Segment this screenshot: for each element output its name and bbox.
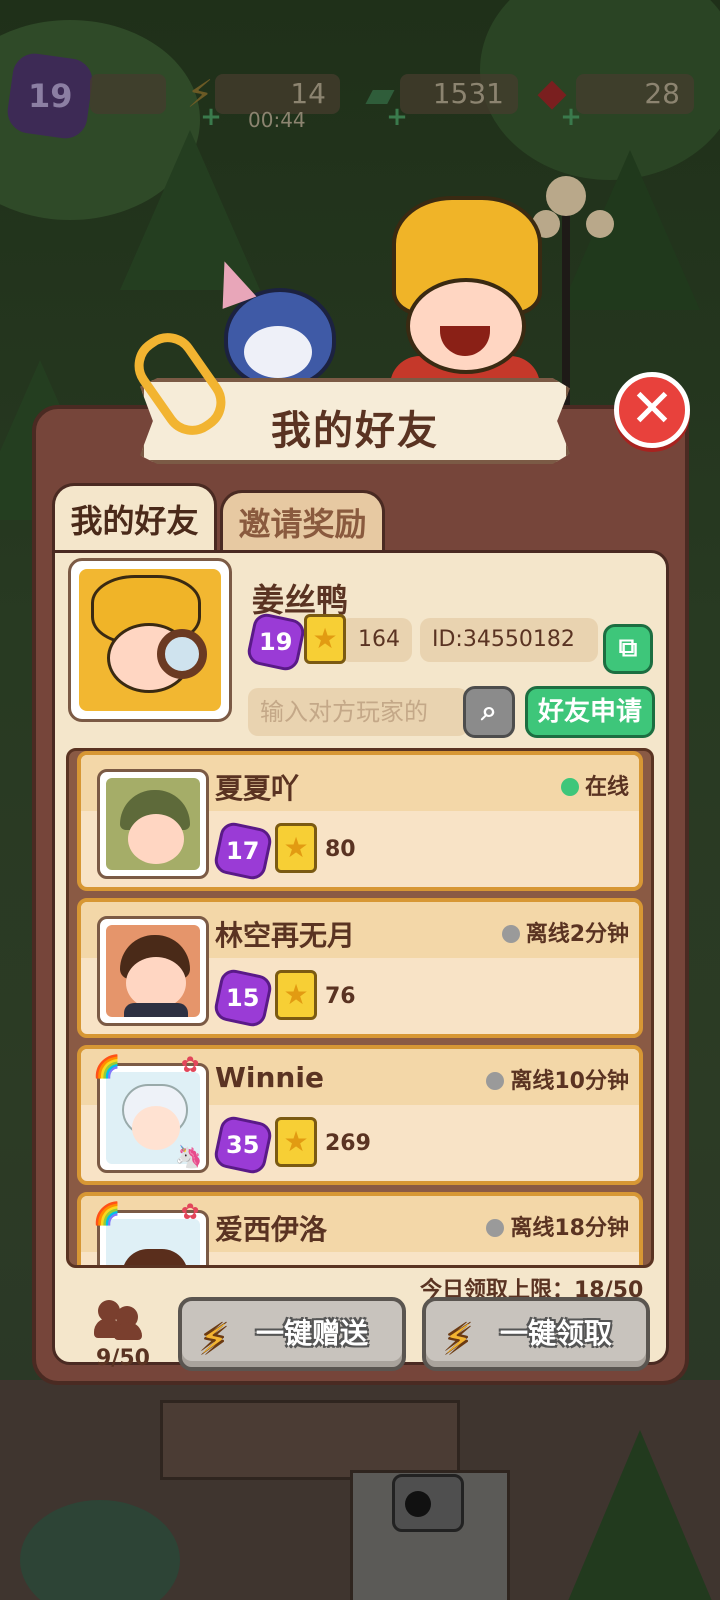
gem-value: 28 [644,77,680,110]
gem-counter[interactable]: 28 [576,74,694,114]
star-card-icon: ★ [275,1117,317,1167]
rainbow-cloud-icon: 🌈 [93,1055,121,1080]
cash-value: 1531 [432,77,504,110]
energy-value: 14 [290,77,326,110]
claim-all-label: 一键领取 [499,1317,612,1350]
unicorn-icon: 🦄 [175,1145,203,1170]
friend-level-badge: 17 [212,820,274,882]
friend-request-button[interactable]: 好友申请 [525,686,655,738]
friend-name: 夏夏吖 [215,772,300,805]
star-card-icon: ★ [275,823,317,873]
close-button[interactable]: ✕ [614,372,690,448]
friend-level-badge: 15 [212,967,274,1029]
my-avatar[interactable] [68,558,232,722]
friend-count: 9/50 [96,1346,150,1371]
offline-dot-icon [486,1072,505,1090]
my-level-badge: 19 [245,611,307,673]
search-player-input[interactable] [248,688,468,736]
friend-status: 离线10分钟 [486,1063,629,1095]
energy-timer: 00:44 [248,108,306,132]
offline-dot-icon [501,925,520,943]
yellow-hat-boy-character [380,196,550,406]
friend-row[interactable]: 🌈 ✿ 爱西伊洛 离线18分钟 [77,1192,643,1265]
flower-icon: ✿ [181,1200,200,1225]
friend-row[interactable]: 林空再无月 离线2分钟 15 ★ 76 [77,898,643,1038]
friend-level-badge: 35 [212,1114,274,1176]
offline-dot-icon [486,1219,505,1237]
my-stars-value: 164 [340,618,412,662]
star-card-icon: ★ [304,614,346,664]
cash-counter[interactable]: 1531 [400,74,518,114]
friend-avatar[interactable] [97,769,209,879]
rainbow-cloud-icon: 🌈 [93,1202,121,1227]
player-level-badge[interactable]: 19 [4,50,96,142]
search-icon: ⌕ [481,694,497,727]
friend-status: 离线2分钟 [501,916,629,948]
friends-icon [94,1300,142,1340]
friend-name: Winnie [215,1061,324,1094]
claim-all-button[interactable]: ⚡ 一键领取 [422,1297,650,1371]
star-card-icon: ★ [275,970,317,1020]
friend-status: 离线18分钟 [486,1210,629,1242]
friend-name: 爱西伊洛 [215,1213,328,1246]
copy-id-button[interactable]: ⧉ [603,624,653,674]
send-all-button[interactable]: ⚡ 一键赠送 [178,1297,406,1371]
add-cash-icon[interactable]: + [386,104,408,130]
send-all-label: 一键赠送 [255,1317,368,1350]
online-dot-icon [560,778,579,796]
search-button[interactable]: ⌕ [463,686,515,738]
friend-row[interactable]: 夏夏吖 在线 17 ★ 80 [77,751,643,891]
add-energy-icon[interactable]: + [200,104,222,130]
lightning-icon: ⚡ [200,1317,229,1363]
player-level-value: 19 [27,77,73,115]
flower-icon: ✿ [181,1053,200,1078]
friend-status: 在线 [560,769,629,801]
security-camera-decoration [392,1474,464,1532]
friend-list[interactable]: 夏夏吖 在线 17 ★ 80 林空再无月 离线2分钟 15 ★ 76 🌈 ✿ 🦄… [66,748,654,1268]
friend-stars: 269 [325,1131,371,1156]
tab-invite-rewards[interactable]: 邀请奖励 [220,490,385,552]
magnifier-icon [157,629,207,679]
add-gem-icon[interactable]: + [560,104,582,130]
friend-name: 林空再无月 [215,919,356,952]
tab-my-friends[interactable]: 我的好友 [52,483,217,553]
player-name-bar [90,74,166,114]
friend-avatar[interactable] [97,916,209,1026]
friend-row[interactable]: 🌈 ✿ 🦄 Winnie 离线10分钟 35 ★ 269 [77,1045,643,1185]
lightning-icon: ⚡ [444,1317,473,1363]
friend-stars: 80 [325,837,356,862]
my-player-id: ID:34550182 [420,618,598,662]
friend-stars: 76 [325,984,356,1009]
